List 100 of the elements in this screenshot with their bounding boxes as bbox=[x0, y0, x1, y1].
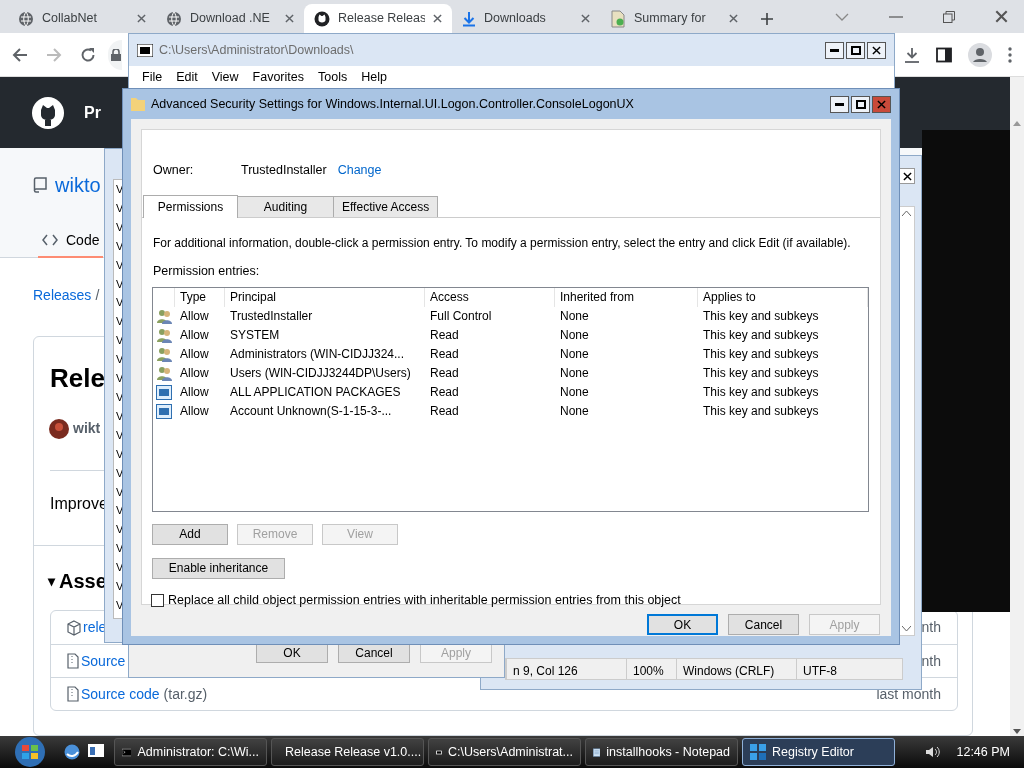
table-cell-text: Allow bbox=[179, 384, 210, 402]
taskbar-item[interactable]: Administrator: C:\Wi... bbox=[114, 738, 267, 766]
checkbox[interactable] bbox=[151, 593, 164, 607]
forward-icon bbox=[46, 46, 62, 63]
package-icon bbox=[67, 619, 81, 636]
profile-icon bbox=[968, 42, 992, 67]
globe-icon bbox=[166, 10, 182, 27]
new-tab-icon bbox=[760, 11, 774, 26]
menu-item[interactable]: Edit bbox=[169, 67, 205, 87]
close-icon bbox=[902, 171, 912, 181]
table-cell-text: Allow bbox=[179, 365, 210, 383]
menu-item[interactable]: Help bbox=[354, 67, 394, 87]
document-icon bbox=[610, 9, 626, 28]
column-header[interactable]: Applies to bbox=[698, 287, 868, 307]
table-cell-text: None bbox=[559, 384, 590, 402]
close-icon bbox=[433, 14, 442, 23]
list-button[interactable]: Add bbox=[152, 523, 228, 545]
table-cell-text: None bbox=[559, 403, 590, 421]
users-icon bbox=[156, 365, 173, 381]
assets-heading: Asse bbox=[59, 569, 107, 594]
browser-tab[interactable]: Release Releas bbox=[304, 4, 452, 33]
table-cell-text: Allow bbox=[179, 327, 210, 345]
console-icon bbox=[122, 745, 132, 759]
registry-icon bbox=[750, 744, 766, 760]
table-cell-text: This key and subkeys bbox=[702, 403, 820, 421]
column-header[interactable]: Type bbox=[175, 287, 225, 307]
table-cell-text: This key and subkeys bbox=[702, 346, 820, 364]
code-icon bbox=[42, 234, 58, 246]
users-icon bbox=[156, 327, 173, 343]
dialog-tab[interactable]: Auditing bbox=[237, 196, 334, 217]
dialog-button[interactable]: OK bbox=[647, 614, 718, 635]
table-cell-text: This key and subkeys bbox=[702, 365, 820, 383]
menu-item[interactable]: View bbox=[204, 67, 246, 87]
zip-file-icon bbox=[67, 653, 79, 669]
column-header[interactable]: Access bbox=[425, 287, 555, 307]
menu-item[interactable]: File bbox=[135, 67, 170, 87]
scroll-up-icon bbox=[901, 211, 911, 216]
table-cell-text: Read bbox=[429, 384, 460, 402]
logo-icon bbox=[32, 96, 64, 129]
browser-tab[interactable]: CollabNet bbox=[8, 4, 156, 33]
table-cell-text: Administrators (WIN-CIDJJ324... bbox=[229, 346, 406, 364]
scroll-down-icon bbox=[901, 626, 911, 631]
breadcrumb-text: / bbox=[95, 286, 100, 305]
inheritance-button[interactable]: Enable inheritance bbox=[152, 557, 285, 579]
author-name[interactable]: wikt bbox=[73, 418, 101, 439]
minimize-icon bbox=[835, 102, 844, 106]
taskbar-item[interactable]: C:\Users\Administrat... bbox=[428, 738, 581, 766]
address-bar[interactable] bbox=[108, 39, 122, 70]
owner-label: Owner: bbox=[153, 161, 195, 179]
asset-link[interactable]: Source bbox=[81, 650, 126, 672]
taskbar-item[interactable]: installhooks - Notepad bbox=[585, 738, 738, 766]
maximize-icon bbox=[855, 99, 866, 109]
close-icon bbox=[877, 99, 886, 109]
users-icon bbox=[156, 346, 173, 362]
app-package-icon bbox=[156, 384, 172, 400]
browser-icon bbox=[64, 744, 80, 760]
table-cell-text: SYSTEM bbox=[229, 327, 281, 345]
change-link[interactable]: Change bbox=[337, 160, 382, 180]
scroll-up-icon bbox=[1013, 121, 1021, 126]
globe-icon bbox=[18, 10, 34, 27]
status-text: Windows (CRLF) bbox=[676, 659, 796, 679]
close-icon bbox=[995, 10, 1008, 23]
menu-item[interactable]: Tools bbox=[311, 67, 355, 87]
desktop-icon bbox=[88, 744, 104, 757]
browser-tab[interactable]: Downloads bbox=[452, 4, 600, 33]
restore-icon bbox=[943, 10, 955, 23]
dialog-button[interactable]: Cancel bbox=[728, 614, 799, 635]
dialog-tab[interactable]: Effective Access bbox=[333, 196, 439, 217]
table-cell-text: None bbox=[559, 308, 590, 326]
clock[interactable]: 12:46 PM bbox=[956, 742, 1010, 762]
avatar-icon bbox=[49, 418, 69, 439]
table-cell-text: This key and subkeys bbox=[702, 327, 820, 345]
asset-format: (tar.gz) bbox=[163, 684, 208, 704]
close-icon bbox=[872, 45, 881, 55]
table-cell-text: Read bbox=[429, 365, 460, 383]
checkbox-label: Replace all child object permission entries with inheritable permission entries from this object bbox=[168, 591, 681, 609]
breadcrumb-link[interactable]: Releases bbox=[33, 285, 92, 306]
taskbar-item[interactable]: Registry Editor bbox=[742, 738, 895, 766]
browser-tab[interactable]: Download .NE bbox=[156, 4, 304, 33]
asset-link[interactable]: Source code bbox=[81, 683, 160, 705]
table-cell-text: ALL APPLICATION PACKAGES bbox=[229, 384, 402, 402]
table-cell-text: Read bbox=[429, 403, 460, 421]
close-icon bbox=[285, 14, 294, 23]
users-icon bbox=[156, 308, 173, 324]
maximize-icon bbox=[850, 45, 861, 55]
column-header[interactable]: Principal bbox=[225, 287, 425, 307]
table-cell-text: None bbox=[559, 327, 590, 345]
minimize-icon bbox=[889, 14, 903, 19]
window-title: Advanced Security Settings for Windows.Internal.UI.Logon.Controller.ConsoleLogonUX bbox=[151, 95, 634, 113]
repo-name[interactable]: wikto bbox=[55, 170, 101, 200]
window-title: C:\Users\Administrator\Downloads\ bbox=[159, 41, 354, 59]
scrollbar[interactable] bbox=[1010, 77, 1024, 736]
asset-date: last month bbox=[876, 684, 941, 704]
browser-tab[interactable]: Summary for bbox=[600, 4, 748, 33]
column-header[interactable]: Inherited from bbox=[555, 287, 698, 307]
menu-item[interactable]: Favorites bbox=[245, 67, 311, 87]
dialog-tab[interactable]: Permissions bbox=[143, 195, 238, 218]
volume-icon bbox=[926, 746, 941, 758]
taskbar-item[interactable]: Release Release v1.0.... bbox=[271, 738, 424, 766]
collapse-toggle[interactable]: ▾ bbox=[48, 570, 55, 592]
